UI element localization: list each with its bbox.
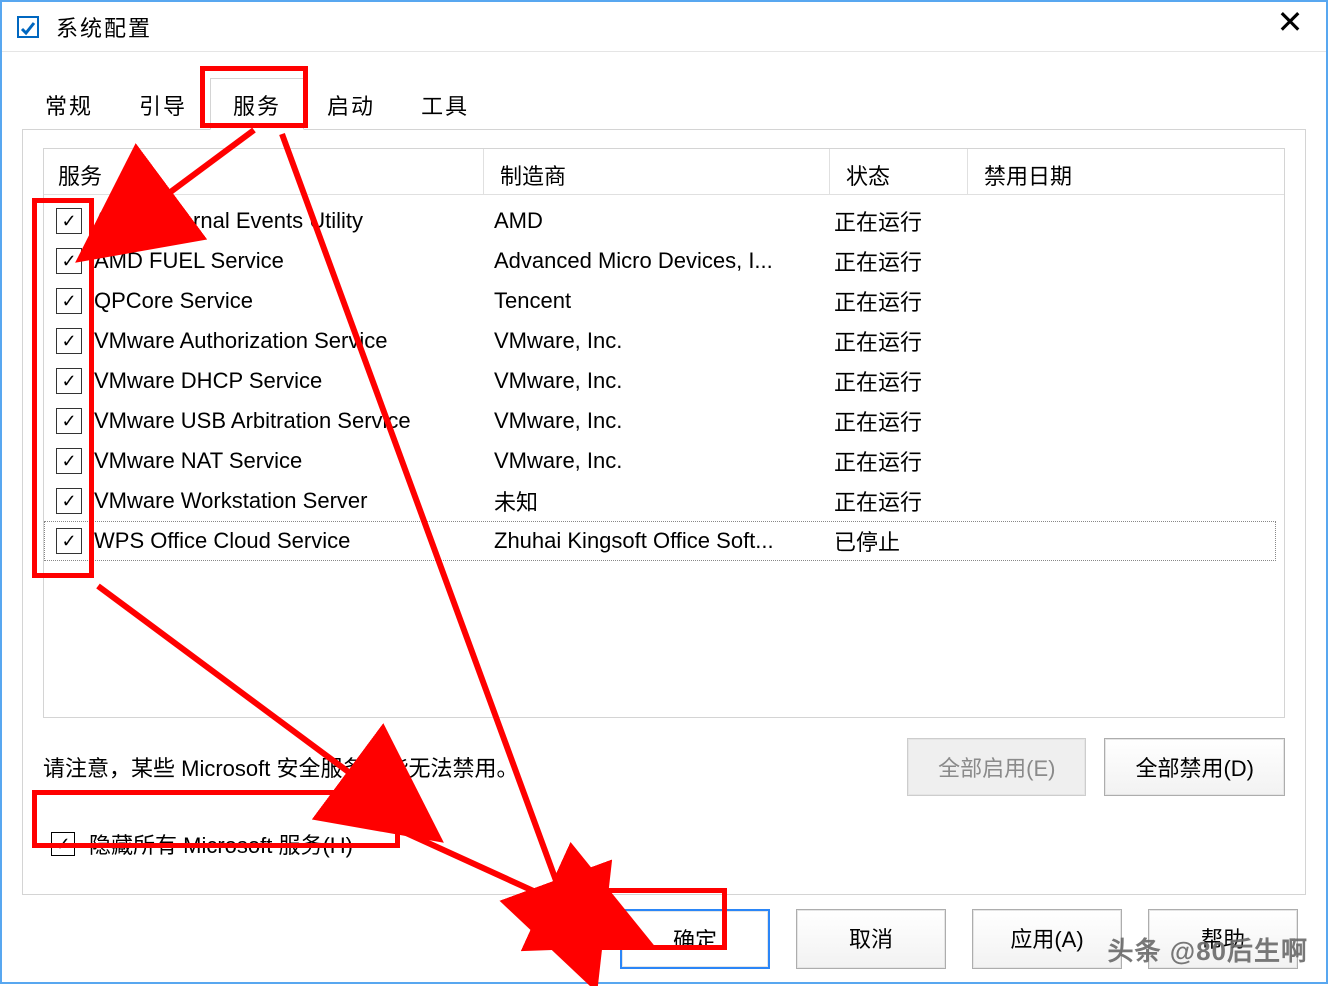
service-manufacturer: VMware, Inc. [494, 448, 834, 474]
msconfig-window: 系统配置 ✕ 常规引导服务启动工具 服务 制造商 状态 禁用日期 ✓AMD Ex… [0, 0, 1328, 984]
tabs-area: 常规引导服务启动工具 服务 制造商 状态 禁用日期 ✓AMD External … [22, 78, 1306, 895]
service-checkbox[interactable]: ✓ [56, 248, 82, 274]
service-manufacturer: VMware, Inc. [494, 368, 834, 394]
service-checkbox[interactable]: ✓ [56, 208, 82, 234]
tab-4[interactable]: 工具 [398, 78, 492, 129]
service-name: AMD External Events Utility [94, 208, 494, 234]
msconfig-icon [16, 15, 40, 39]
service-manufacturer: VMware, Inc. [494, 328, 834, 354]
service-name: VMware DHCP Service [94, 368, 494, 394]
service-status: 正在运行 [834, 325, 972, 357]
service-manufacturer: 未知 [494, 485, 834, 517]
service-manufacturer: Zhuhai Kingsoft Office Soft... [494, 528, 834, 554]
list-header: 服务 制造商 状态 禁用日期 [44, 149, 1284, 195]
service-name: WPS Office Cloud Service [94, 528, 494, 554]
col-disabled-date[interactable]: 禁用日期 [968, 149, 1284, 195]
service-checkbox[interactable]: ✓ [56, 448, 82, 474]
service-row[interactable]: ✓ VMware NAT ServiceVMware, Inc.正在运行 [44, 441, 1276, 481]
service-checkbox[interactable]: ✓ [56, 288, 82, 314]
tab-3[interactable]: 启动 [304, 78, 398, 129]
tab-0[interactable]: 常规 [22, 78, 116, 129]
col-manufacturer[interactable]: 制造商 [484, 149, 830, 195]
hide-microsoft-label: 隐藏所有 Microsoft 服务(H) [89, 828, 353, 860]
tab-panel-services: 服务 制造商 状态 禁用日期 ✓ AMD External Events Util… [22, 130, 1306, 895]
service-checkbox[interactable]: ✓ [56, 488, 82, 514]
service-name: VMware USB Arbitration Service [94, 408, 494, 434]
watermark: 头条 @80后生啊 [1108, 931, 1309, 968]
tab-2[interactable]: 服务 [210, 78, 304, 130]
note-row: 请注意，某些 Microsoft 安全服务可能无法禁用。 全部启用(E) 全部禁… [43, 738, 1285, 796]
tabs-row: 常规引导服务启动工具 [22, 78, 1306, 130]
service-manufacturer: Advanced Micro Devices, I... [494, 248, 834, 274]
service-row[interactable]: ✓ VMware DHCP ServiceVMware, Inc.正在运行 [44, 361, 1276, 401]
service-manufacturer: VMware, Inc. [494, 408, 834, 434]
service-status: 正在运行 [834, 245, 972, 277]
service-row[interactable]: ✓ VMware USB Arbitration ServiceVMware, I… [44, 401, 1276, 441]
note-text: 请注意，某些 Microsoft 安全服务可能无法禁用。 [43, 751, 518, 783]
enable-all-button: 全部启用(E) [907, 738, 1086, 796]
service-name: VMware Authorization Service [94, 328, 494, 354]
service-manufacturer: AMD [494, 208, 834, 234]
service-checkbox[interactable]: ✓ [56, 368, 82, 394]
services-listbox[interactable]: 服务 制造商 状态 禁用日期 ✓ AMD External Events Util… [43, 148, 1285, 718]
col-status[interactable]: 状态 [830, 149, 968, 195]
service-status: 正在运行 [834, 445, 972, 477]
service-status: 正在运行 [834, 285, 972, 317]
service-status: 正在运行 [834, 365, 972, 397]
service-row[interactable]: ✓ AMD External Events UtilityAMD正在运行 [44, 201, 1276, 241]
col-service[interactable]: 服务 [44, 149, 484, 195]
hide-microsoft-checkbox[interactable]: ✓ [51, 832, 75, 856]
close-icon[interactable]: ✕ [1262, 2, 1318, 52]
disable-all-button[interactable]: 全部禁用(D) [1104, 738, 1285, 796]
list-body: ✓AMD External Events UtilityAMD正在运行✓AMD … [44, 195, 1284, 717]
service-status: 正在运行 [834, 205, 972, 237]
window-title: 系统配置 [56, 11, 152, 43]
service-status: 已停止 [834, 525, 972, 557]
service-name: VMware NAT Service [94, 448, 494, 474]
ok-button[interactable]: 确定 [620, 909, 770, 969]
service-name: QPCore Service [94, 288, 494, 314]
service-checkbox[interactable]: ✓ [56, 328, 82, 354]
service-row[interactable]: ✓ QPCore ServiceTencent正在运行 [44, 281, 1276, 321]
service-checkbox[interactable]: ✓ [56, 528, 82, 554]
apply-button[interactable]: 应用(A) [972, 909, 1122, 969]
service-checkbox[interactable]: ✓ [56, 408, 82, 434]
hide-microsoft-checkbox-row[interactable]: ✓ 隐藏所有 Microsoft 服务(H) [43, 822, 1285, 866]
service-row[interactable]: ✓ AMD FUEL ServiceAdvanced Micro Devices,… [44, 241, 1276, 281]
service-status: 正在运行 [834, 405, 972, 437]
service-manufacturer: Tencent [494, 288, 834, 314]
service-row[interactable]: ✓ VMware Workstation Server未知正在运行 [44, 481, 1276, 521]
service-row[interactable]: ✓ WPS Office Cloud ServiceZhuhai Kingsoft… [44, 521, 1276, 561]
service-status: 正在运行 [834, 485, 972, 517]
cancel-button[interactable]: 取消 [796, 909, 946, 969]
tab-1[interactable]: 引导 [116, 78, 210, 129]
titlebar: 系统配置 ✕ [2, 2, 1326, 52]
service-name: AMD FUEL Service [94, 248, 494, 274]
service-name: VMware Workstation Server [94, 488, 494, 514]
service-row[interactable]: ✓ VMware Authorization ServiceVMware, Inc… [44, 321, 1276, 361]
